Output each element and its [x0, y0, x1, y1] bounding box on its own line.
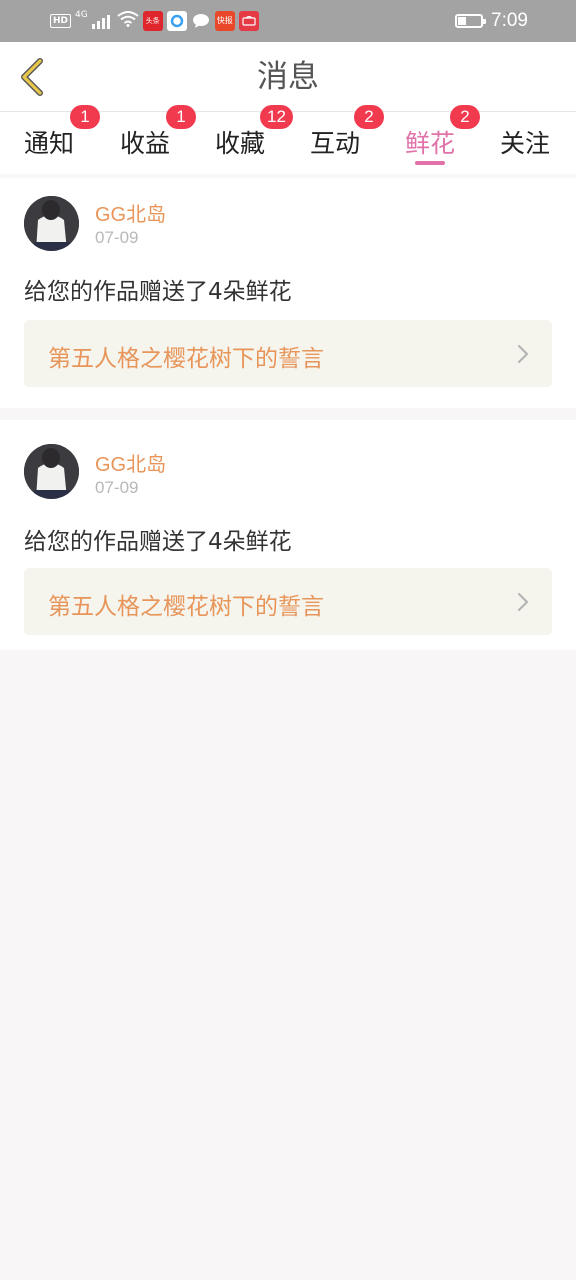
- sender-name[interactable]: GG北岛: [95, 448, 166, 477]
- tab-badge: 1: [166, 105, 196, 129]
- message-date: 07-09: [95, 478, 139, 497]
- tab-badge: 12: [260, 105, 293, 129]
- tab-badge: 2: [354, 105, 384, 129]
- message-date: 07-09: [95, 228, 139, 247]
- hd-indicator: HD: [50, 14, 72, 28]
- work-title: 第五人格之樱花树下的誓言: [48, 346, 324, 372]
- message-icon: [191, 11, 211, 31]
- app-header: 消息: [0, 42, 576, 112]
- chevron-right-icon: [517, 344, 529, 364]
- huawei-icon: [238, 11, 259, 31]
- work-link[interactable]: 第五人格之樱花树下的誓言: [24, 568, 552, 635]
- tab-badge: 1: [70, 105, 100, 129]
- kuaibao-icon: 快报: [214, 11, 235, 31]
- avatar[interactable]: [24, 196, 79, 251]
- page-title: 消息: [257, 59, 319, 95]
- tab-label: 关注: [500, 129, 551, 158]
- active-tab-indicator: [415, 161, 445, 165]
- browser-icon: [166, 11, 187, 31]
- tab-bar: 通知 1 收益 1 收藏 12 互动 2 鲜花 2 关注: [0, 105, 576, 174]
- tab-label: 收藏: [215, 129, 266, 158]
- battery-icon: [455, 14, 487, 28]
- clock: 7:09: [491, 10, 528, 31]
- tab-badge: 2: [450, 105, 480, 129]
- tab-label: 互动: [310, 129, 361, 158]
- work-title: 第五人格之樱花树下的誓言: [48, 594, 324, 620]
- work-link[interactable]: 第五人格之樱花树下的誓言: [24, 320, 552, 387]
- toutiao-icon: 头条: [142, 11, 163, 31]
- status-bar-right: 7:09: [455, 10, 528, 32]
- network-type: 4G: [75, 10, 88, 20]
- sender-name[interactable]: GG北岛: [95, 198, 166, 227]
- tab-label: 鲜花: [405, 129, 456, 158]
- tab-label: 通知: [24, 129, 75, 158]
- tab-label: 收益: [120, 129, 171, 158]
- message-card: GG北岛 07-09 给您的作品赠送了4朵鲜花 第五人格之樱花树下的誓言: [0, 178, 576, 408]
- message-text: 给您的作品赠送了4朵鲜花: [24, 279, 292, 305]
- status-bar-left: HD 4G 头条 快报: [50, 10, 259, 32]
- signal-icon: [91, 13, 110, 29]
- chevron-right-icon: [517, 592, 529, 612]
- avatar[interactable]: [24, 444, 79, 499]
- message-card: GG北岛 07-09 给您的作品赠送了4朵鲜花 第五人格之樱花树下的誓言: [0, 420, 576, 650]
- message-text: 给您的作品赠送了4朵鲜花: [24, 529, 292, 555]
- status-bar: HD 4G 头条 快报 7:09: [0, 0, 576, 42]
- wifi-icon: [117, 11, 139, 31]
